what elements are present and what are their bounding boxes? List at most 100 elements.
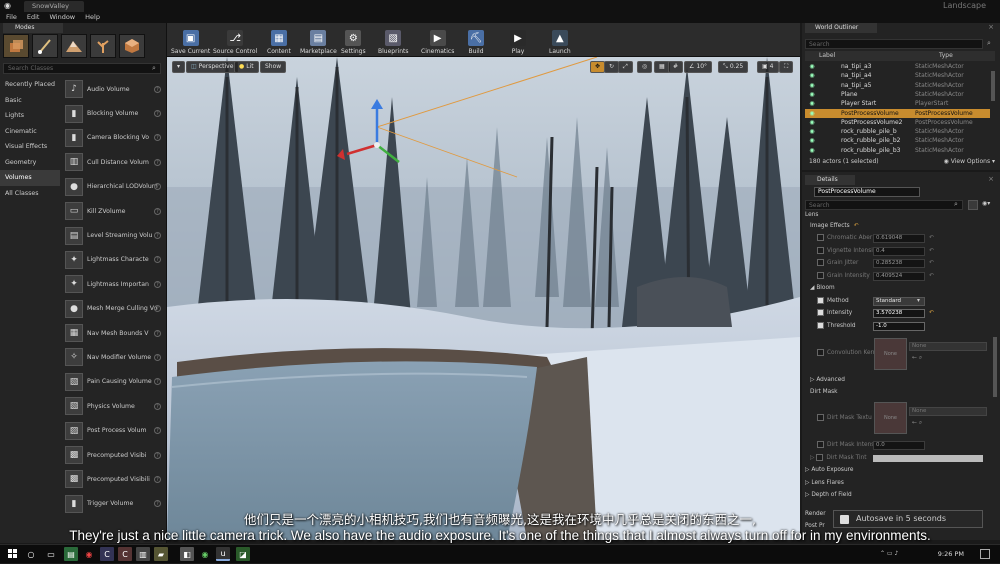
clock[interactable]: 9:26 PM (938, 545, 964, 564)
details-tab[interactable]: Details (805, 175, 855, 185)
angle-snap-button[interactable]: ∠ 10° (684, 61, 713, 73)
convolution-texture-thumbnail[interactable]: None (874, 338, 907, 370)
visibility-eye-icon[interactable]: ◉ (805, 99, 819, 108)
help-icon[interactable]: ? (154, 427, 161, 435)
blueprints-button[interactable]: ▧ Blueprints (378, 25, 409, 55)
grain-intensity-value[interactable]: 0.409524 (873, 271, 925, 281)
visibility-eye-icon[interactable]: ◉ (805, 109, 819, 118)
class-item[interactable]: ● Hierarchical LODVolume? (62, 175, 166, 199)
content-button[interactable]: ▦ Content (267, 25, 291, 55)
visibility-eye-icon[interactable]: ◉ (805, 62, 819, 71)
class-item[interactable]: ▩ Precomputed Visibili? (62, 467, 166, 491)
system-tray-icons[interactable]: ⌃ ▭ ♪ (880, 550, 898, 557)
windows-start-icon[interactable] (6, 547, 20, 561)
outliner-row[interactable]: ◉ na_tipi_a5 StaticMeshActor (805, 81, 990, 90)
outliner-scrollbar[interactable] (991, 71, 995, 101)
app-icon[interactable]: ▤ (64, 547, 78, 561)
visibility-eye-icon[interactable]: ◉ (805, 90, 819, 99)
convolution-checkbox[interactable] (817, 349, 824, 356)
play-button[interactable]: ▶ Play (510, 25, 526, 55)
class-item[interactable]: ✦ Lightmass Importan? (62, 272, 166, 296)
details-scrollbar[interactable] (993, 337, 997, 397)
save-current-button[interactable]: ▣ Save Current (171, 25, 210, 55)
depth-of-field-group[interactable]: ▷ Depth of Field (805, 489, 990, 502)
category-lights[interactable]: Lights (0, 108, 60, 124)
search-icon[interactable]: ○ (24, 547, 38, 561)
visibility-eye-icon[interactable]: ◉ (805, 146, 819, 155)
maximize-viewport-icon[interactable]: ⛶ (779, 61, 794, 73)
vignette-value[interactable]: 0.4 (873, 246, 925, 256)
chromatic-checkbox[interactable] (817, 234, 824, 241)
dirt-mask-tint-swatch[interactable] (873, 454, 983, 462)
camera-speed-button[interactable]: ▣ 4 (757, 61, 779, 73)
help-icon[interactable]: ? (154, 134, 161, 142)
help-icon[interactable]: ? (154, 305, 161, 313)
dirt-mask-texture-checkbox[interactable] (817, 414, 824, 421)
landscape-mode-icon[interactable] (61, 34, 87, 58)
help-icon[interactable]: ? (154, 256, 161, 264)
help-icon[interactable]: ? (154, 110, 161, 118)
help-icon[interactable]: ? (154, 207, 161, 215)
class-item[interactable]: ✦ Lightmass Characte? (62, 248, 166, 272)
intensity-checkbox[interactable] (817, 309, 824, 316)
level-tab[interactable]: SnowValley (24, 1, 84, 12)
translate-tool-icon[interactable]: ✥ (590, 61, 606, 73)
outliner-row[interactable]: ◉ rock_rubble_pile_b2 StaticMeshActor (805, 136, 990, 145)
threshold-checkbox[interactable] (817, 321, 824, 329)
grain-intensity-checkbox[interactable] (817, 271, 824, 279)
dirt-mask-tint-checkbox[interactable] (816, 453, 824, 461)
perspective-button[interactable]: ◫ Perspective (186, 61, 239, 73)
outliner-row[interactable]: ◉ rock_rubble_pile_b3 StaticMeshActor (805, 146, 990, 155)
class-item[interactable]: ▥ Cull Distance Volum? (62, 150, 166, 174)
lens-flares-group[interactable]: ▷ Lens Flares (805, 477, 990, 490)
show-button[interactable]: Show (260, 61, 287, 73)
category-cinematic[interactable]: Cinematic (0, 124, 60, 140)
world-space-icon[interactable]: ◎ (637, 61, 653, 73)
help-icon[interactable]: ? (154, 280, 161, 288)
class-item[interactable]: ▦ Nav Mesh Bounds V? (62, 321, 166, 345)
folder-icon[interactable]: ▰ (154, 547, 168, 561)
grid-snap-icon[interactable]: # (668, 61, 684, 73)
grain-jitter-checkbox[interactable] (817, 259, 824, 266)
file-explorer-icon[interactable]: ▥ (136, 547, 150, 561)
class-item[interactable]: ● Mesh Merge Culling Vol? (62, 297, 166, 321)
visibility-eye-icon[interactable]: ◉ (805, 81, 819, 90)
app-icon[interactable]: ◉ (198, 547, 212, 561)
class-item[interactable]: ▮ Camera Blocking Vo? (62, 126, 166, 150)
source-control-button[interactable]: ⎇ Source Control (213, 25, 257, 55)
use-asset-icon[interactable]: ← ⌕ (912, 419, 922, 427)
category-geometry[interactable]: Geometry (0, 155, 60, 171)
marketplace-button[interactable]: ▤ Marketplace (300, 25, 337, 55)
help-icon[interactable]: ? (154, 85, 161, 93)
dirt-mask-intensity-value[interactable]: 0.0 (873, 441, 925, 450)
scale-tool-icon[interactable]: ⤢ (618, 61, 633, 73)
class-item[interactable]: ♪ Audio Volume? (62, 77, 166, 101)
dirt-mask-section[interactable]: Dirt Mask (805, 386, 990, 399)
app-c-icon[interactable]: C (100, 547, 114, 561)
auto-exposure-group[interactable]: ▷ Auto Exposure (805, 464, 990, 477)
class-item[interactable]: ▨ Post Process Volum? (62, 418, 166, 442)
close-icon[interactable]: × (988, 23, 994, 31)
category-visual-effects[interactable]: Visual Effects (0, 139, 60, 155)
class-item[interactable]: ▮ Blocking Volume? (62, 101, 166, 125)
chrome-icon[interactable]: ◉ (82, 547, 96, 561)
reset-icon[interactable]: ↶ (929, 270, 934, 283)
rotate-tool-icon[interactable]: ↻ (604, 61, 620, 73)
menu-edit[interactable]: Edit (27, 12, 40, 23)
category-recently-placed[interactable]: Recently Placed (0, 77, 60, 93)
category-all-classes[interactable]: All Classes (0, 186, 60, 202)
viewport-menu-button[interactable]: ▾ (172, 61, 186, 73)
visibility-eye-icon[interactable]: ◉ (805, 127, 819, 136)
dirt-mask-intensity-checkbox[interactable] (817, 441, 824, 448)
grain-jitter-value[interactable]: 0.285238 (873, 259, 925, 268)
reset-icon[interactable]: ↶ (929, 307, 934, 320)
outliner-row[interactable]: ◉ PostProcessVolume2 PostProcessVolume (805, 118, 990, 127)
world-outliner-tab[interactable]: World Outliner (805, 23, 877, 33)
use-asset-icon[interactable]: ← ⌕ (912, 354, 922, 362)
outliner-search-input[interactable]: Search (805, 39, 983, 49)
intensity-value[interactable]: 3.570238 (873, 309, 925, 318)
level-viewport[interactable] (167, 57, 800, 540)
notifications-icon[interactable] (980, 549, 990, 559)
category-volumes[interactable]: Volumes (0, 170, 60, 186)
lit-button[interactable]: ● Lit (234, 61, 259, 73)
